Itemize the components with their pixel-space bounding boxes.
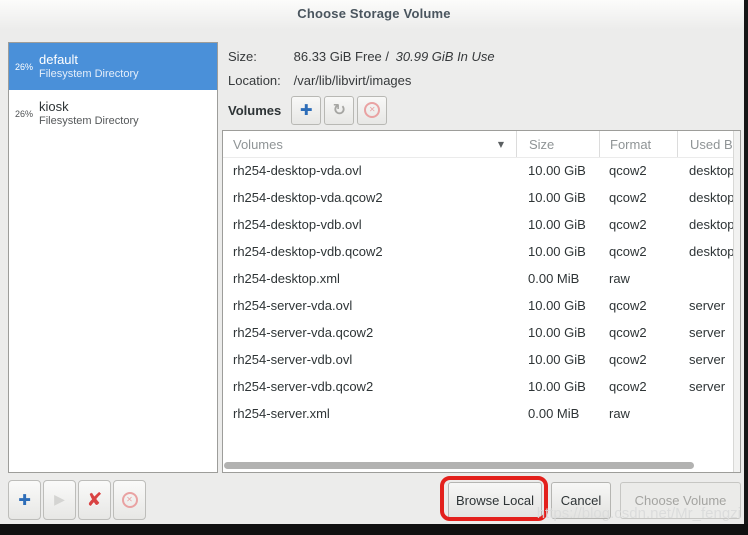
volume-table: Volumes ▼ Size Format Used B rh254-deskt… — [222, 130, 741, 473]
pool-type: Filesystem Directory — [39, 68, 139, 82]
pool-name: kiosk — [39, 99, 139, 115]
volume-name-cell: rh254-server-vda.ovl — [223, 298, 516, 313]
refresh-volumes-button[interactable]: ↻ — [324, 96, 354, 125]
volume-used-by-cell: server — [677, 379, 733, 394]
choose-volume-button[interactable]: Choose Volume — [620, 482, 741, 519]
plus-icon: ✚ — [300, 103, 313, 118]
volume-format-cell: qcow2 — [599, 352, 677, 367]
volume-row[interactable]: rh254-server-vdb.qcow2 10.00 GiB qcow2 s… — [223, 373, 733, 400]
volume-used-by-cell: server — [677, 325, 733, 340]
volume-row[interactable]: rh254-server-vda.qcow2 10.00 GiB qcow2 s… — [223, 319, 733, 346]
browse-local-button[interactable]: Browse Local — [448, 482, 542, 519]
volume-name-cell: rh254-server-vda.qcow2 — [223, 325, 516, 340]
stop-pool-button[interactable]: ✕ — [113, 480, 146, 520]
sort-desc-icon: ▼ — [498, 140, 504, 149]
add-volume-button[interactable]: ✚ — [291, 96, 321, 125]
volume-size-cell: 10.00 GiB — [516, 325, 599, 340]
volume-table-body: rh254-desktop-vda.ovl 10.00 GiB qcow2 de… — [223, 157, 733, 460]
volume-format-cell: raw — [599, 271, 677, 286]
location-value: /var/lib/libvirt/images — [294, 73, 412, 88]
volume-name-cell: rh254-server-vdb.qcow2 — [223, 379, 516, 394]
plus-icon: ✚ — [18, 493, 31, 508]
pool-actions-toolbar: ✚ ▶ ✘ ✕ — [8, 480, 146, 520]
volume-used-by-cell: desktop — [677, 163, 733, 178]
cancel-button[interactable]: Cancel — [551, 482, 611, 519]
delete-volume-button[interactable]: ✕ — [357, 96, 387, 125]
volume-name-cell: rh254-server.xml — [223, 406, 516, 421]
volume-row[interactable]: rh254-desktop.xml 0.00 MiB raw — [223, 265, 733, 292]
volume-size-cell: 10.00 GiB — [516, 190, 599, 205]
column-header-volumes[interactable]: Volumes ▼ — [223, 131, 516, 157]
column-header-used-by[interactable]: Used B — [677, 131, 740, 157]
volume-format-cell: raw — [599, 406, 677, 421]
volume-format-cell: qcow2 — [599, 379, 677, 394]
volume-used-by-cell: desktop — [677, 217, 733, 232]
volume-format-cell: qcow2 — [599, 298, 677, 313]
delete-circle-icon: ✕ — [364, 102, 380, 118]
stop-circle-icon: ✕ — [122, 492, 138, 508]
location-row: Location: /var/lib/libvirt/images — [228, 73, 411, 88]
volume-format-cell: qcow2 — [599, 163, 677, 178]
volume-size-cell: 10.00 GiB — [516, 244, 599, 259]
pool-usage-percent: 26% — [9, 62, 39, 72]
volume-format-cell: qcow2 — [599, 217, 677, 232]
size-label: Size: — [228, 49, 290, 64]
volumes-toolbar: Volumes ✚ ↻ ✕ — [228, 95, 390, 125]
column-header-format[interactable]: Format — [599, 131, 677, 157]
start-pool-button[interactable]: ▶ — [43, 480, 76, 520]
volume-size-cell: 0.00 MiB — [516, 406, 599, 421]
volume-table-header: Volumes ▼ Size Format Used B — [223, 131, 740, 158]
titlebar[interactable]: Choose Storage Volume — [0, 0, 748, 30]
volume-size-cell: 0.00 MiB — [516, 271, 599, 286]
vertical-scrollbar[interactable] — [733, 131, 740, 472]
volume-name-cell: rh254-desktop.xml — [223, 271, 516, 286]
dialog-title: Choose Storage Volume — [297, 6, 450, 21]
storage-pool-list: 26% default Filesystem Directory 26% kio… — [8, 42, 218, 473]
volume-row[interactable]: rh254-server.xml 0.00 MiB raw — [223, 400, 733, 427]
size-row: Size: 86.33 GiB Free / 30.99 GiB In Use — [228, 49, 495, 64]
delete-pool-button[interactable]: ✘ — [78, 480, 111, 520]
pool-usage-percent: 26% — [9, 109, 39, 119]
volume-row[interactable]: rh254-desktop-vdb.qcow2 10.00 GiB qcow2 … — [223, 238, 733, 265]
add-pool-button[interactable]: ✚ — [8, 480, 41, 520]
volume-name-cell: rh254-desktop-vdb.ovl — [223, 217, 516, 232]
choose-storage-volume-dialog: Choose Storage Volume 26% default Filesy… — [0, 0, 748, 535]
volume-row[interactable]: rh254-server-vdb.ovl 10.00 GiB qcow2 ser… — [223, 346, 733, 373]
volume-name-cell: rh254-desktop-vda.ovl — [223, 163, 516, 178]
volume-name-cell: rh254-server-vdb.ovl — [223, 352, 516, 367]
volume-format-cell: qcow2 — [599, 190, 677, 205]
horizontal-scrollbar-thumb[interactable] — [224, 462, 694, 469]
volume-size-cell: 10.00 GiB — [516, 217, 599, 232]
volume-row[interactable]: rh254-desktop-vdb.ovl 10.00 GiB qcow2 de… — [223, 211, 733, 238]
size-free-value: 86.33 GiB Free / — [294, 49, 389, 64]
volume-used-by-cell: server — [677, 298, 733, 313]
volume-format-cell: qcow2 — [599, 325, 677, 340]
screen-edge-right — [744, 0, 748, 535]
location-label: Location: — [228, 73, 290, 88]
pool-item-kiosk[interactable]: 26% kiosk Filesystem Directory — [9, 90, 217, 137]
volume-row[interactable]: rh254-server-vda.ovl 10.00 GiB qcow2 ser… — [223, 292, 733, 319]
volume-size-cell: 10.00 GiB — [516, 163, 599, 178]
volume-size-cell: 10.00 GiB — [516, 298, 599, 313]
volume-used-by-cell: desktop — [677, 190, 733, 205]
refresh-icon: ↻ — [333, 102, 346, 118]
screen-edge-bottom — [0, 524, 748, 535]
volume-row[interactable]: rh254-desktop-vda.qcow2 10.00 GiB qcow2 … — [223, 184, 733, 211]
volume-name-cell: rh254-desktop-vda.qcow2 — [223, 190, 516, 205]
volume-name-cell: rh254-desktop-vdb.qcow2 — [223, 244, 516, 259]
red-x-icon: ✘ — [87, 491, 103, 510]
volume-used-by-cell: desktop — [677, 244, 733, 259]
size-in-use-value: 30.99 GiB In Use — [396, 49, 495, 64]
pool-item-default[interactable]: 26% default Filesystem Directory — [9, 43, 217, 90]
volume-size-cell: 10.00 GiB — [516, 352, 599, 367]
volume-row[interactable]: rh254-desktop-vda.ovl 10.00 GiB qcow2 de… — [223, 157, 733, 184]
volume-size-cell: 10.00 GiB — [516, 379, 599, 394]
volume-format-cell: qcow2 — [599, 244, 677, 259]
volumes-label: Volumes — [228, 103, 281, 118]
pool-type: Filesystem Directory — [39, 115, 139, 129]
volume-used-by-cell: server — [677, 352, 733, 367]
play-icon: ▶ — [54, 493, 65, 507]
column-header-size[interactable]: Size — [516, 131, 599, 157]
pool-name: default — [39, 52, 139, 68]
